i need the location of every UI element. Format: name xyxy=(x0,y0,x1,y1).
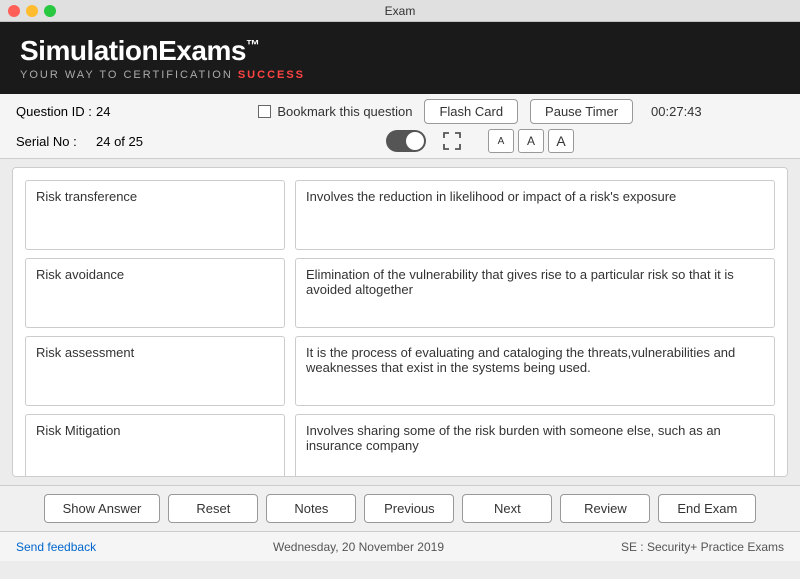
info-row-1: Question ID : 24 Bookmark this question … xyxy=(16,99,784,124)
bottom-bar: Show Answer Reset Notes Previous Next Re… xyxy=(0,485,800,531)
flashcard-row: Risk avoidanceElimination of the vulnera… xyxy=(25,258,775,328)
title-bar: Exam xyxy=(0,0,800,22)
bookmark-area[interactable]: Bookmark this question xyxy=(258,104,412,119)
show-answer-button[interactable]: Show Answer xyxy=(44,494,161,523)
bookmark-checkbox[interactable] xyxy=(258,105,271,118)
footer-bar: Send feedback Wednesday, 20 November 201… xyxy=(0,531,800,561)
toggle-switch[interactable] xyxy=(386,130,426,152)
end-exam-button[interactable]: End Exam xyxy=(658,494,756,523)
font-large-button[interactable]: A xyxy=(548,129,574,153)
question-id-value: 24 xyxy=(96,104,110,119)
question-id-label: Question ID : xyxy=(16,104,96,119)
window-controls[interactable] xyxy=(8,5,56,17)
toggle-knob xyxy=(406,132,424,150)
review-button[interactable]: Review xyxy=(560,494,650,523)
card-definition: Elimination of the vulnerability that gi… xyxy=(295,258,775,328)
footer-date: Wednesday, 20 November 2019 xyxy=(273,540,444,554)
main-content: Risk transferenceInvolves the reduction … xyxy=(12,167,788,477)
info-center-top: Bookmark this question Flash Card Pause … xyxy=(176,99,784,124)
flashcard-grid: Risk transferenceInvolves the reduction … xyxy=(25,180,775,477)
pause-button[interactable]: Pause Timer xyxy=(530,99,633,124)
card-term: Risk transference xyxy=(25,180,285,250)
question-id-group: Question ID : 24 xyxy=(16,104,176,119)
serial-no-value: 24 of 25 xyxy=(96,134,143,149)
bookmark-label: Bookmark this question xyxy=(277,104,412,119)
flashcard-button[interactable]: Flash Card xyxy=(424,99,518,124)
brand-tagline: YOUR WAY TO CERTIFICATION SUCCESS xyxy=(20,69,305,81)
maximize-button[interactable] xyxy=(44,5,56,17)
font-small-button[interactable]: A xyxy=(488,129,514,153)
reset-button[interactable]: Reset xyxy=(168,494,258,523)
window-title: Exam xyxy=(385,4,416,18)
info-center-bottom: A A A xyxy=(176,129,784,153)
brand-bar: SimulationExams™ YOUR WAY TO CERTIFICATI… xyxy=(0,22,800,94)
info-bar: Question ID : 24 Bookmark this question … xyxy=(0,94,800,159)
card-definition: It is the process of evaluating and cata… xyxy=(295,336,775,406)
card-definition: Involves sharing some of the risk burden… xyxy=(295,414,775,477)
brand-name: SimulationExams™ xyxy=(20,35,305,67)
info-row-2: Serial No : 24 of 25 A A A xyxy=(16,129,784,153)
card-definition: Involves the reduction in likelihood or … xyxy=(295,180,775,250)
fullscreen-icon[interactable] xyxy=(442,131,462,151)
flashcard-row: Risk assessmentIt is the process of eval… xyxy=(25,336,775,406)
serial-no-label: Serial No : xyxy=(16,134,96,149)
card-term: Risk avoidance xyxy=(25,258,285,328)
close-button[interactable] xyxy=(8,5,20,17)
card-term: Risk assessment xyxy=(25,336,285,406)
notes-button[interactable]: Notes xyxy=(266,494,356,523)
send-feedback-link[interactable]: Send feedback xyxy=(16,540,96,554)
timer-display: 00:27:43 xyxy=(651,104,702,119)
footer-exam: SE : Security+ Practice Exams xyxy=(621,540,784,554)
next-button[interactable]: Next xyxy=(462,494,552,523)
font-size-buttons[interactable]: A A A xyxy=(488,129,574,153)
previous-button[interactable]: Previous xyxy=(364,494,454,523)
flashcard-row: Risk transferenceInvolves the reduction … xyxy=(25,180,775,250)
card-term: Risk Mitigation xyxy=(25,414,285,477)
font-medium-button[interactable]: A xyxy=(518,129,544,153)
brand-group: SimulationExams™ YOUR WAY TO CERTIFICATI… xyxy=(20,35,305,81)
minimize-button[interactable] xyxy=(26,5,38,17)
flashcard-row: Risk MitigationInvolves sharing some of … xyxy=(25,414,775,477)
serial-no-group: Serial No : 24 of 25 xyxy=(16,134,176,149)
